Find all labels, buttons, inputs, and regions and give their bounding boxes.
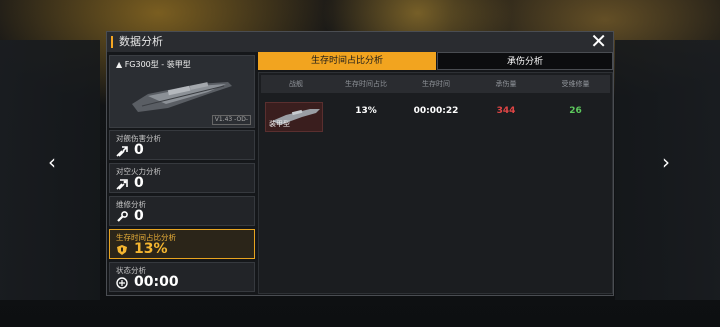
- data-analysis-dialog: 数据分析 ✕ ▲ FG300型 - 装甲型 V1.43 -OD- 对舰伤害分析 …: [106, 31, 614, 296]
- previous-arrow-icon[interactable]: ‹: [48, 152, 56, 172]
- stat-value: 13%: [134, 241, 168, 257]
- survival-ratio-value: 13%: [355, 106, 377, 116]
- ship-version: V1.43 -OD-: [211, 115, 251, 125]
- stat-ship-damage[interactable]: 对舰伤害分析 0: [109, 130, 255, 160]
- table-row: 装甲型 13% 00:00:22 344 26: [261, 97, 610, 133]
- stat-value: 0: [134, 208, 144, 224]
- shield-icon: [117, 245, 127, 255]
- survival-time-value: 00:00:22: [413, 106, 459, 116]
- tab-damage-analysis[interactable]: 承伤分析: [437, 52, 613, 70]
- ship-card: ▲ FG300型 - 装甲型 V1.43 -OD-: [109, 55, 255, 128]
- tab-survival-ratio[interactable]: 生存时间占比分析: [258, 52, 436, 70]
- damage-taken-value: 344: [496, 106, 516, 116]
- stat-anti-air[interactable]: 对空火力分析 0: [109, 163, 255, 193]
- ship-thumbnail[interactable]: 装甲型: [265, 102, 323, 132]
- stat-status[interactable]: 状态分析 00:00: [109, 262, 255, 292]
- column-header-damage-taken: 承伤量: [495, 80, 517, 88]
- column-header-repair: 受维修量: [561, 80, 590, 88]
- stat-value: 0: [134, 142, 144, 158]
- dialog-title: 数据分析: [119, 35, 163, 48]
- ship-damage-icon: [116, 146, 128, 157]
- close-icon[interactable]: ✕: [590, 31, 607, 51]
- stat-value: 00:00: [134, 274, 179, 290]
- table-header: 战舰 生存时间占比 生存时间 承伤量 受维修量: [261, 75, 610, 93]
- stat-value: 0: [134, 175, 144, 191]
- column-header-ship: 战舰: [289, 80, 303, 88]
- analysis-table: 战舰 生存时间占比 生存时间 承伤量 受维修量 装甲型 13% 00:00:22…: [258, 72, 613, 294]
- ship-image: [132, 82, 232, 112]
- status-icon: [116, 277, 128, 289]
- column-header-survival-ratio: 生存时间占比: [345, 80, 387, 88]
- stat-survival-ratio[interactable]: 生存时间占比分析 13%: [109, 229, 255, 259]
- wrench-icon: [117, 211, 128, 222]
- anti-air-icon: [116, 179, 128, 190]
- ship-name: ▲ FG300型 - 装甲型: [116, 60, 191, 69]
- column-header-survival-time: 生存时间: [422, 80, 450, 88]
- title-accent-bar: [111, 36, 113, 48]
- repair-value: 26: [569, 106, 582, 116]
- next-arrow-icon[interactable]: ›: [662, 152, 670, 172]
- dialog-titlebar: 数据分析 ✕: [107, 31, 613, 52]
- stat-repair[interactable]: 维修分析 0: [109, 196, 255, 226]
- ship-thumbnail-label: 装甲型: [269, 120, 290, 128]
